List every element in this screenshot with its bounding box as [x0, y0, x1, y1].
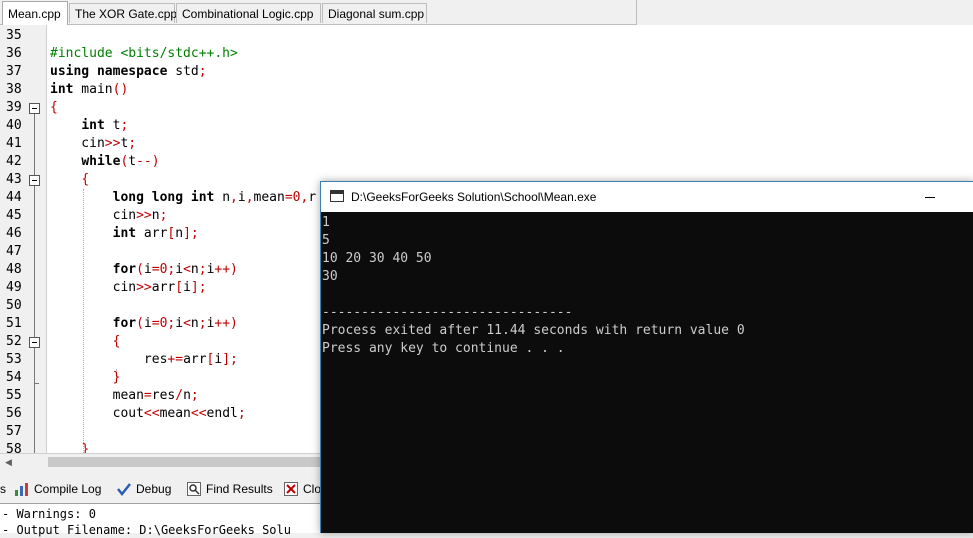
- line-number: 40: [6, 118, 22, 133]
- code-line: cout<<mean<<endl;: [50, 406, 246, 421]
- tab-debug[interactable]: Debug: [116, 477, 171, 501]
- line-number: 54: [6, 370, 22, 385]
- scroll-left-icon[interactable]: ◀: [0, 454, 17, 471]
- code-line: {: [112, 334, 121, 349]
- check-icon: [116, 481, 132, 497]
- debug-label: Debug: [136, 482, 172, 496]
- bottom-panel-tabs: s Compile Log Debug Find Results Clo: [0, 477, 322, 501]
- tab-mean-cpp[interactable]: Mean.cpp: [2, 1, 68, 25]
- line-number: 51: [6, 316, 22, 331]
- console-line: --------------------------------: [322, 305, 573, 320]
- line-number-gutter: 35 36 37 38 39 40 41 42 43 44 45 46 47 4…: [0, 25, 47, 453]
- tab-find-results[interactable]: Find Results: [186, 477, 273, 501]
- line-number: 52: [6, 334, 22, 349]
- line-number: 47: [6, 244, 22, 259]
- tab-diagonal-sum-cpp[interactable]: Diagonal sum.cpp: [322, 3, 427, 23]
- code-line: int arr[n];: [112, 226, 199, 241]
- fold-end-marker: [34, 383, 39, 384]
- code-line: cin>>t;: [50, 136, 137, 151]
- console-title: D:\GeeksForGeeks Solution\School\Mean.ex…: [351, 190, 597, 204]
- line-number: 38: [6, 82, 22, 97]
- compiler-output-panel: - Warnings: 0 - Output Filename: D:\Geek…: [0, 503, 322, 537]
- console-window[interactable]: D:\GeeksForGeeks Solution\School\Mean.ex…: [320, 181, 973, 533]
- line-number: 48: [6, 262, 22, 277]
- line-number: 44: [6, 190, 22, 205]
- code-line: cin>>arr[i];: [50, 280, 207, 295]
- code-line: res+=arr[i];: [50, 352, 238, 367]
- console-line: 30: [322, 269, 338, 284]
- minimize-icon[interactable]: [925, 197, 935, 198]
- tab-compile-log[interactable]: Compile Log: [14, 477, 101, 501]
- code-line: mean=res/n;: [50, 388, 199, 403]
- code-line: using namespace std;: [50, 64, 207, 79]
- line-number: 42: [6, 154, 22, 169]
- line-number: 49: [6, 280, 22, 295]
- console-app-icon: [330, 190, 344, 202]
- file-tab-bar: Mean.cpp The XOR Gate.cpp Combinational …: [0, 0, 637, 25]
- fold-toggle-for[interactable]: [29, 337, 40, 348]
- output-line: - Output Filename: D:\GeeksForGeeks Solu: [2, 523, 291, 537]
- console-line: 5: [322, 233, 330, 248]
- fold-toggle-while[interactable]: [29, 175, 40, 186]
- code-line: {: [81, 172, 90, 187]
- tab-combinational-logic-cpp[interactable]: Combinational Logic.cpp: [176, 3, 321, 23]
- line-number: 41: [6, 136, 22, 151]
- line-number: 53: [6, 352, 22, 367]
- line-number: 35: [6, 28, 22, 43]
- scrollbar-thumb[interactable]: [48, 457, 328, 467]
- line-number: 45: [6, 208, 22, 223]
- line-number: 37: [6, 64, 22, 79]
- fold-line: [34, 114, 35, 453]
- console-output: 1 5 10 20 30 40 50 30 ------------------…: [321, 212, 973, 533]
- tab-xor-gate-cpp[interactable]: The XOR Gate.cpp: [69, 3, 177, 23]
- code-line: }: [81, 442, 90, 453]
- code-line: {: [50, 100, 58, 115]
- console-line: 1: [322, 215, 330, 230]
- line-number: 57: [6, 424, 22, 439]
- tab-partial[interactable]: s: [0, 477, 6, 501]
- line-number: 36: [6, 46, 22, 61]
- console-line: Process exited after 11.44 seconds with …: [322, 323, 745, 338]
- code-line: long long int n,i,mean=0,r: [112, 190, 317, 205]
- code-line: int t;: [81, 118, 129, 133]
- find-results-label: Find Results: [206, 482, 273, 496]
- line-number: 43: [6, 172, 22, 187]
- close-label: Clo: [303, 482, 322, 496]
- code-line: for(i=0;i<n;i++): [112, 262, 238, 277]
- line-number: 56: [6, 406, 22, 421]
- console-line: Press any key to continue . . .: [322, 341, 565, 356]
- line-number: 58: [6, 442, 22, 453]
- code-line: for(i=0;i<n;i++): [112, 316, 238, 331]
- code-line: while(t--): [81, 154, 160, 169]
- console-line: 10 20 30 40 50: [322, 251, 432, 266]
- editor-horizontal-scrollbar[interactable]: ◀: [0, 453, 328, 471]
- code-line: }: [112, 370, 121, 385]
- find-results-icon: [186, 481, 202, 497]
- fold-toggle-main[interactable]: [29, 103, 40, 114]
- code-line: int main(): [50, 82, 129, 97]
- output-line: - Warnings: 0: [2, 507, 96, 521]
- line-number: 46: [6, 226, 22, 241]
- tab-close[interactable]: Clo: [283, 477, 321, 501]
- compile-log-icon: [14, 481, 30, 497]
- close-icon: [283, 481, 299, 497]
- code-line: #include <bits/stdc++.h>: [50, 46, 238, 61]
- compile-log-label: Compile Log: [34, 482, 102, 496]
- line-number: 55: [6, 388, 22, 403]
- code-line: cin>>n;: [50, 208, 168, 223]
- line-number: 39: [6, 100, 22, 115]
- line-number: 50: [6, 298, 22, 313]
- console-title-bar[interactable]: D:\GeeksForGeeks Solution\School\Mean.ex…: [321, 182, 973, 212]
